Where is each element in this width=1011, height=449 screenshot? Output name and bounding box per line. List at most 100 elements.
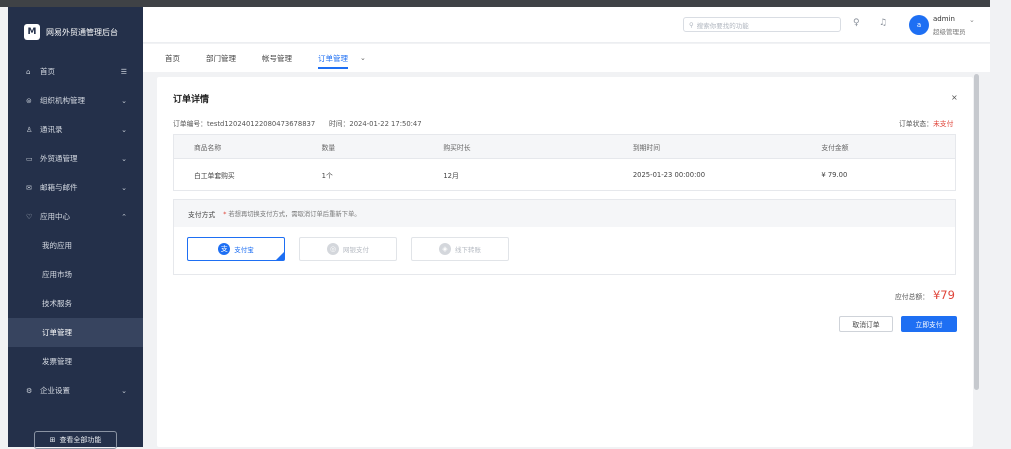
column-header: 支付金额 [821,143,849,152]
all-functions-label: 查看全部功能 [59,436,102,444]
contacts-icon: ♙ [26,125,33,134]
brand-logo-letter: M [27,27,37,37]
pay-option-bank[interactable]: ◎ 网银支付 [299,237,397,261]
column-header: 到期时间 [632,143,661,152]
pay-option-alipay[interactable]: 支 支付宝 [187,237,285,261]
cancel-order-button[interactable]: 取消订单 [839,316,893,332]
monitor-icon: ▭ [26,154,33,163]
payable-total: 应付总额： ¥79 [895,288,955,302]
order-status-label: 订单状态： [899,120,933,128]
search-placeholder: 搜索你要找的功能 [696,21,749,30]
table-row: 白工单套购买 1个 12月 2025-01-23 00:00:00 ¥ 79.0… [174,158,955,190]
outer-margin [990,0,1011,447]
tab-accounts[interactable]: 帐号管理 [262,44,292,72]
sidebar-subitem-tech-service[interactable]: 技术服务 [8,289,143,318]
chevron-down-icon: ⌄ [121,125,127,134]
sidebar-item-label: 邮箱与邮件 [40,183,78,192]
chevron-down-icon[interactable]: ⌄ [360,54,366,62]
avatar[interactable]: a [909,15,929,35]
column-header: 数量 [321,143,336,152]
sidebar-item-label: 外贸通管理 [40,154,78,163]
sidebar-item-label: 组织机构管理 [40,96,85,105]
tab-home[interactable]: 首页 [165,44,180,72]
user-name[interactable]: admin [933,15,955,23]
sidebar: M 网易外贸通管理后台 ⌂ 首页 ☰ ⊜ 组织机构管理 ⌄ ♙ 通讯录 ⌄ ▭ … [8,7,143,449]
grid-icon: ⊞ [49,436,56,444]
scrollbar[interactable] [974,74,979,390]
chevron-down-icon: ⌄ [121,154,127,163]
pay-option-transfer[interactable]: ◈ 线下转账 [411,237,509,261]
table-cell: 1个 [321,171,333,180]
chevron-down-icon[interactable]: ⌄ [969,16,975,24]
sidebar-item-label: 企业设置 [40,386,70,395]
app-center-icon: ♡ [26,212,33,221]
payment-method-label: 支付方式 [188,210,216,219]
window-top-strip [0,0,990,7]
sidebar-subitem-orders[interactable]: 订单管理 [8,318,143,347]
order-status: 订单状态：未支付 [899,118,953,128]
column-header: 商品名称 [193,143,222,152]
sidebar-item-mail[interactable]: ✉ 邮箱与邮件 ⌄ [8,173,143,202]
table-cell: 2025-01-23 00:00:00 [632,170,706,179]
table-cell: ¥ 79.00 [821,170,848,179]
search-icon: ⚲ [689,20,694,29]
sidebar-item-app-center[interactable]: ♡ 应用中心 ⌃ [8,202,143,231]
alipay-icon: 支 [218,243,231,255]
sidebar-item-enterprise[interactable]: ⚙ 企业设置 ⌄ [8,376,143,405]
sidebar-item-label: 应用中心 [40,212,70,221]
sidebar-item-home[interactable]: ⌂ 首页 ☰ [8,57,143,86]
bank-icon: ◎ [327,243,339,255]
pay-option-label: 线下转账 [455,246,481,254]
headset-icon[interactable]: ♫ [879,18,887,28]
gear-icon: ⚙ [26,386,33,395]
chevron-down-icon: ⌄ [121,386,127,395]
search-input[interactable]: ⚲ 搜索你要找的功能 [683,17,841,32]
chevron-down-icon: ⌄ [121,96,127,105]
sidebar-subitem-invoices[interactable]: 发票管理 [8,347,143,376]
payable-label: 应付总额： [895,293,929,301]
order-number: 订单编号：testd12024012208047367883​7 [173,120,316,128]
sidebar-item-org[interactable]: ⊜ 组织机构管理 ⌄ [8,86,143,115]
sidebar-item-label: 通讯录 [40,125,63,134]
brand-logo: M [24,24,40,40]
page-tabs: 首页 部门管理 帐号管理 订单管理 ⌄ [143,44,990,72]
chevron-up-icon: ⌃ [121,212,127,221]
payable-amount: ¥79 [932,288,955,302]
tab-orders[interactable]: 订单管理 [318,44,348,72]
top-header: ⚲ 搜索你要找的功能 ♀ ♫ a admin 超级管理员 ⌄ [143,7,990,43]
close-icon[interactable]: × [951,93,958,102]
order-time: 时间：2024-01-22 17:50:47 [329,120,422,128]
chevron-down-icon: ⌄ [121,183,127,192]
sidebar-item-label: 首页 [40,67,55,76]
user-role: 超级管理员 [933,28,966,36]
payment-method-header: 支付方式 * 若想再切换支付方式，需取消订单后重新下单。 [174,200,955,227]
pay-option-label: 支付宝 [234,246,254,254]
brand-name: 网易外贸通管理后台 [46,27,118,37]
transfer-icon: ◈ [439,243,451,255]
sidebar-item-contacts[interactable]: ♙ 通讯录 ⌄ [8,115,143,144]
order-detail-card: 订单详情 × 订单编号：testd12024012208047367883​7 … [157,77,973,447]
column-header: 购买时长 [443,143,471,152]
sidebar-menu: ⌂ 首页 ☰ ⊜ 组织机构管理 ⌄ ♙ 通讯录 ⌄ ▭ 外贸通管理 ⌄ ✉ 邮箱… [8,57,143,405]
status-badge: 未支付 [932,120,954,128]
sidebar-subitem-app-market[interactable]: 应用市场 [8,260,143,289]
pay-now-button[interactable]: 立即支付 [901,316,957,332]
home-icon: ⌂ [26,67,31,76]
collapse-menu-icon[interactable]: ☰ [121,68,127,76]
lightbulb-icon[interactable]: ♀ [853,18,860,28]
mail-icon: ✉ [26,183,32,192]
payment-method-section: 支付方式 * 若想再切换支付方式，需取消订单后重新下单。 支 支付宝 ◎ 网银支… [173,199,956,275]
table-cell: 白工单套购买 [193,171,235,180]
pay-option-label: 网银支付 [343,246,369,254]
sidebar-subitem-my-apps[interactable]: 我的应用 [8,231,143,260]
sidebar-item-trade[interactable]: ▭ 外贸通管理 ⌄ [8,144,143,173]
order-table: 商品名称 数量 购买时长 到期时间 支付金额 白工单套购买 1个 12月 202… [173,134,956,191]
org-icon: ⊜ [26,96,32,105]
payment-tip: * 若想再切换支付方式，需取消订单后重新下单。 [223,211,361,218]
table-header: 商品名称 数量 购买时长 到期时间 支付金额 [174,135,955,158]
brand: M 网易外贸通管理后台 [8,7,143,57]
page-title: 订单详情 [173,95,210,105]
tab-departments[interactable]: 部门管理 [206,44,236,72]
all-functions-button[interactable]: ⊞ 查看全部功能 [34,431,117,449]
table-cell: 12月 [443,171,459,180]
